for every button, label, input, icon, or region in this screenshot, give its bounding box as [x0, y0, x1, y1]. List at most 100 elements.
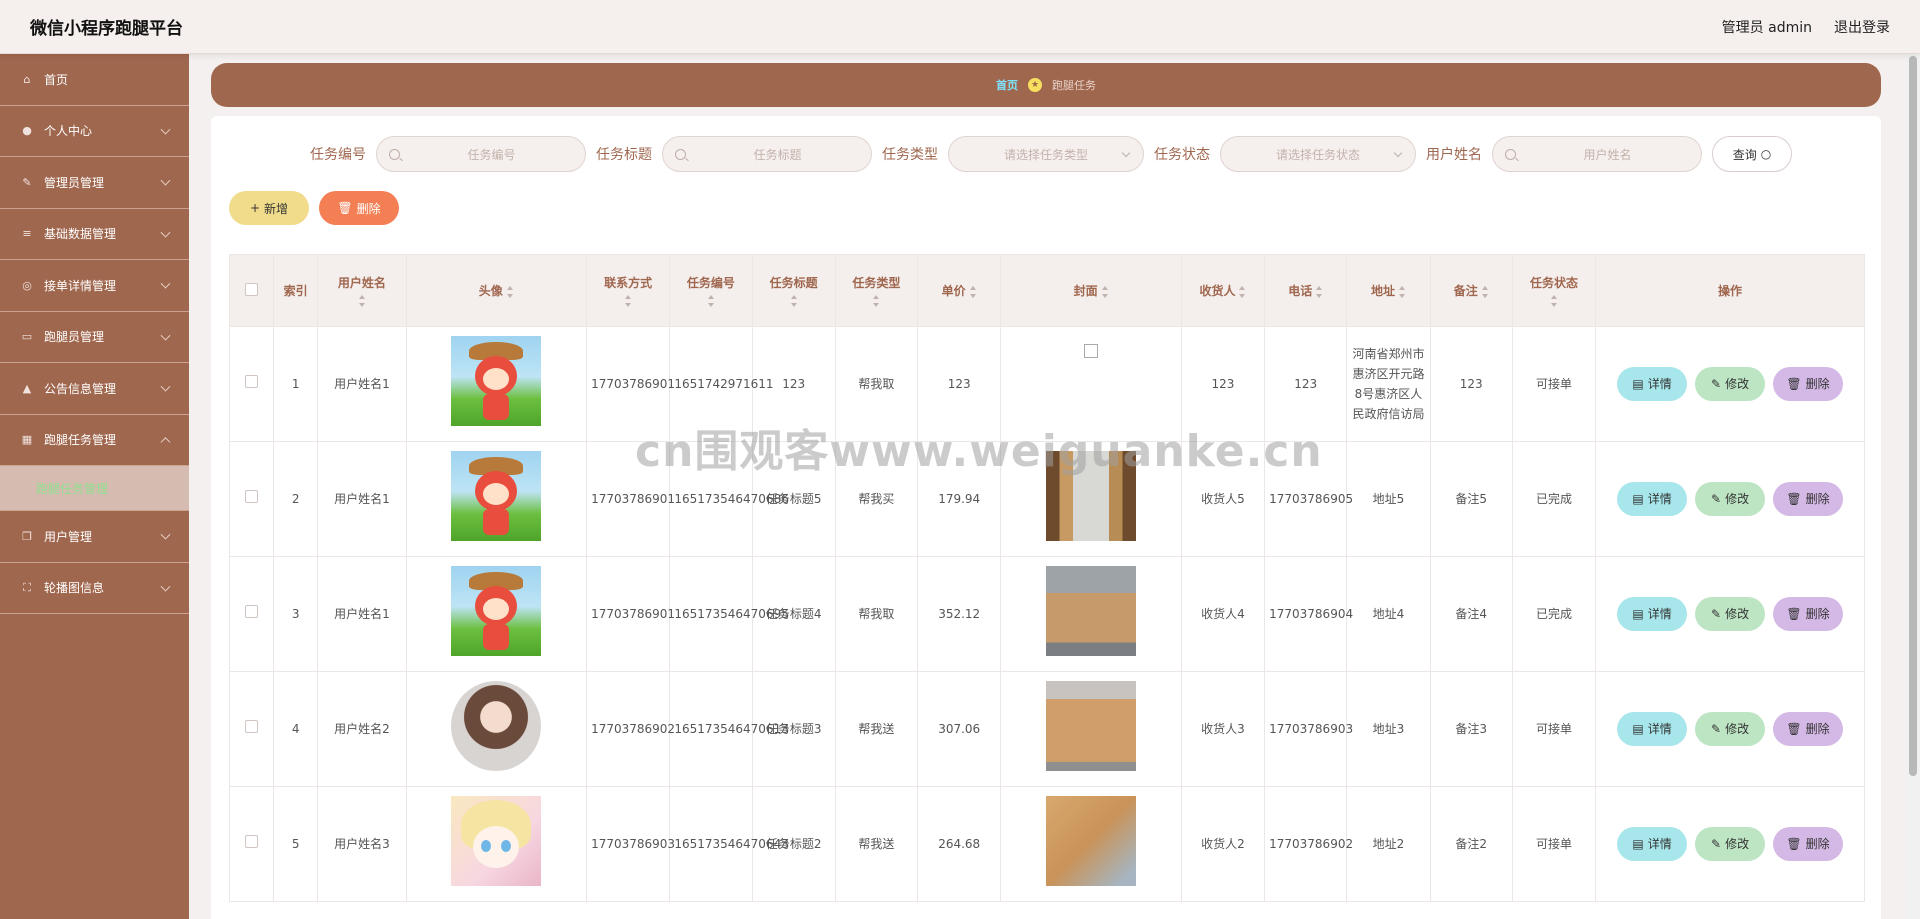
sort-icon[interactable] — [1315, 285, 1323, 298]
cell-user: 用户姓名1 — [317, 556, 407, 672]
sort-icon[interactable] — [624, 295, 632, 307]
cell-address: 地址5 — [1346, 441, 1431, 557]
sort-icon[interactable] — [506, 285, 514, 298]
col-avatar[interactable]: 头像 — [405, 254, 588, 327]
delete-label: 删除 — [1805, 837, 1830, 851]
edit-button[interactable]: ✎ 修改 — [1695, 367, 1766, 401]
edit-button[interactable]: ✎ 修改 — [1695, 827, 1766, 861]
col-remark[interactable]: 备注 — [1429, 254, 1513, 327]
row-checkbox[interactable] — [245, 835, 259, 848]
sidebar-item-admin-management[interactable]: ✎ 管理员管理 — [0, 157, 189, 209]
sidebar-item-label: 跑腿员管理 — [44, 330, 105, 345]
row-checkbox[interactable] — [245, 490, 259, 503]
task-no-input[interactable]: 任务编号 — [376, 136, 586, 172]
cell-status: 已完成 — [1511, 556, 1597, 672]
task-no-label: 任务编号 — [310, 147, 366, 163]
list-icon: ≡ — [22, 227, 32, 241]
cell-operations: ▤ 详情 ✎ 修改 🗑 删除 — [1595, 786, 1865, 902]
col-receiver[interactable]: 收货人 — [1180, 254, 1266, 327]
cell-status: 已完成 — [1511, 441, 1597, 557]
col-status[interactable]: 任务状态 — [1511, 254, 1597, 327]
add-button[interactable]: + 新增 — [229, 191, 309, 225]
col-task-title[interactable]: 任务标题 — [751, 254, 836, 327]
detail-button[interactable]: ▤ 详情 — [1617, 367, 1688, 401]
table-row: 1 用户姓名1 17703786901 1651742971611 123 帮我… — [228, 326, 1865, 442]
sidebar-item-notice-management[interactable]: ▲ 公告信息管理 — [0, 363, 189, 415]
chevron-down-icon — [160, 529, 171, 540]
query-button-label: 查询 — [1732, 147, 1757, 162]
col-task-no[interactable]: 任务编号 — [669, 254, 753, 327]
task-status-select[interactable]: 请选择任务状态 — [1220, 136, 1416, 172]
cell-price: 123 — [917, 326, 1002, 442]
delete-row-button[interactable]: 🗑 删除 — [1773, 597, 1844, 631]
delete-row-button[interactable]: 🗑 删除 — [1773, 367, 1844, 401]
table-row: 2 用户姓名1 17703786901 165173546470686 任务标题… — [228, 441, 1865, 557]
sidebar-item-basic-data[interactable]: ≡ 基础数据管理 — [0, 209, 189, 260]
sidebar-item-runner-management[interactable]: ▭ 跑腿员管理 — [0, 312, 189, 363]
breadcrumb-home[interactable]: 首页 — [996, 77, 1018, 93]
sort-icon[interactable] — [1481, 285, 1489, 298]
sidebar-item-home[interactable]: ⌂ 首页 — [0, 54, 189, 106]
user-name-input[interactable]: 用户姓名 — [1492, 136, 1702, 172]
col-tel[interactable]: 电话 — [1264, 254, 1348, 327]
edit-button[interactable]: ✎ 修改 — [1695, 597, 1766, 631]
detail-label: 详情 — [1647, 377, 1672, 391]
select-all-cell — [228, 254, 275, 327]
batch-delete-button[interactable]: 🗑 删除 — [319, 191, 399, 225]
sort-icon[interactable] — [707, 295, 715, 307]
delete-row-button[interactable]: 🗑 删除 — [1773, 482, 1844, 516]
sidebar-item-task-management[interactable]: ▦ 跑腿任务管理 — [0, 415, 189, 466]
col-user-name[interactable]: 用户姓名 — [317, 254, 407, 327]
col-task-type-label: 任务类型 — [852, 276, 901, 290]
document-icon: ▤ — [1632, 492, 1644, 506]
sort-icon[interactable] — [1238, 285, 1246, 298]
page-scrollbar[interactable] — [1906, 54, 1920, 919]
home-icon: ⌂ — [23, 72, 31, 86]
sort-icon[interactable] — [969, 285, 977, 298]
task-title-label: 任务标题 — [596, 147, 652, 163]
logout-link[interactable]: 退出登录 — [1834, 17, 1890, 37]
detail-button[interactable]: ▤ 详情 — [1617, 712, 1688, 746]
cell-phone: 17703786901 — [586, 441, 675, 557]
sort-icon[interactable] — [1101, 285, 1109, 298]
sort-icon[interactable] — [1550, 295, 1558, 307]
query-button[interactable]: 查询 ○ — [1712, 136, 1792, 172]
sort-icon[interactable] — [358, 295, 366, 307]
row-checkbox[interactable] — [245, 375, 259, 388]
task-type-select[interactable]: 请选择任务类型 — [948, 136, 1144, 172]
star-icon: ★ — [1028, 78, 1042, 92]
sidebar-item-carousel[interactable]: ⛶ 轮播图信息 — [0, 563, 189, 614]
cell-address: 地址3 — [1346, 671, 1431, 787]
delete-row-button[interactable]: 🗑 删除 — [1773, 827, 1844, 861]
sidebar-item-order-detail[interactable]: ◎ 接单详情管理 — [0, 260, 189, 312]
sort-icon[interactable] — [1398, 285, 1406, 298]
cell-remark: 备注4 — [1429, 556, 1513, 672]
delete-row-button[interactable]: 🗑 删除 — [1773, 712, 1844, 746]
col-cover-label: 封面 — [1073, 284, 1098, 298]
task-title-input[interactable]: 任务标题 — [662, 136, 872, 172]
col-price[interactable]: 单价 — [917, 254, 1002, 327]
edit-button[interactable]: ✎ 修改 — [1695, 482, 1766, 516]
col-address[interactable]: 地址 — [1346, 254, 1431, 327]
sort-icon[interactable] — [872, 295, 880, 307]
cell-operations: ▤ 详情 ✎ 修改 🗑 删除 — [1595, 556, 1865, 672]
col-task-type[interactable]: 任务类型 — [834, 254, 919, 327]
select-all-checkbox[interactable] — [245, 282, 259, 296]
row-checkbox[interactable] — [245, 720, 259, 733]
avatar — [451, 451, 542, 541]
detail-button[interactable]: ▤ 详情 — [1617, 482, 1688, 516]
scrollbar-thumb[interactable] — [1909, 56, 1917, 776]
detail-button[interactable]: ▤ 详情 — [1617, 827, 1688, 861]
sidebar-item-user-management[interactable]: ❐ 用户管理 — [0, 511, 189, 563]
sidebar-subitem-task-management[interactable]: 跑腿任务管理 — [0, 466, 189, 511]
col-cover[interactable]: 封面 — [1000, 254, 1182, 327]
sort-icon[interactable] — [790, 295, 798, 307]
sidebar-item-personal-center[interactable]: ● 个人中心 — [0, 106, 189, 157]
row-checkbox[interactable] — [245, 605, 259, 618]
admin-user-label[interactable]: 管理员 admin — [1722, 17, 1812, 37]
col-contact[interactable]: 联系方式 — [586, 254, 671, 327]
cell-index: 5 — [273, 786, 319, 902]
detail-button[interactable]: ▤ 详情 — [1617, 597, 1688, 631]
edit-button[interactable]: ✎ 修改 — [1695, 712, 1766, 746]
cover-image — [1046, 566, 1137, 656]
